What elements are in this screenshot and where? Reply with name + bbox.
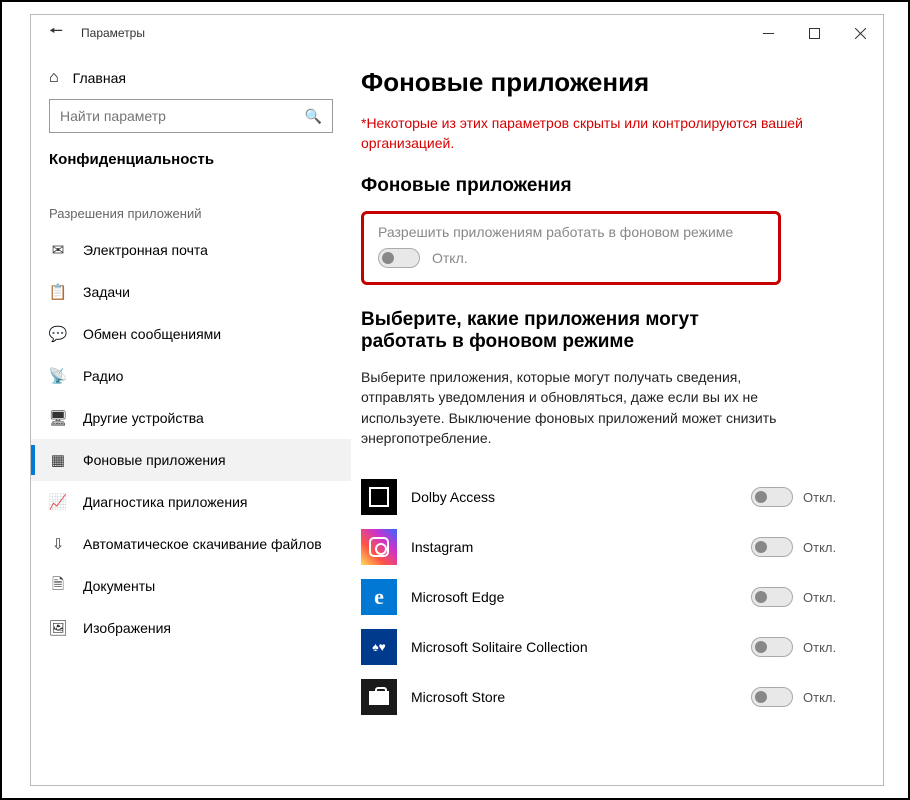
app-row-instagram: Instagram Откл. (361, 522, 853, 572)
app-toggle-store[interactable] (751, 687, 793, 707)
sidebar-item-label: Диагностика приложения (83, 494, 247, 510)
app-state: Откл. (803, 590, 847, 605)
back-button[interactable]: 🠔 (49, 20, 63, 47)
sidebar-item-label: Электронная почта (83, 242, 208, 258)
edge-icon: e (361, 579, 397, 615)
download-icon: ⇩ (49, 535, 67, 553)
sidebar-item-tasks[interactable]: 📋 Задачи (31, 271, 351, 313)
master-toggle-callout: Разрешить приложениям работать в фоновом… (361, 211, 781, 285)
radio-icon: 📡 (49, 367, 67, 385)
content-area: Фоновые приложения *Некоторые из этих па… (351, 51, 883, 785)
search-input[interactable] (60, 108, 305, 124)
section-label: Разрешения приложений (31, 186, 351, 229)
solitaire-icon (361, 629, 397, 665)
search-box[interactable]: 🔍 (49, 99, 333, 133)
sidebar-item-label: Задачи (83, 284, 130, 300)
sidebar-item-documents[interactable]: 🗎 Документы (31, 565, 351, 607)
maximize-button[interactable] (791, 15, 837, 51)
section-heading-background: Фоновые приложения (361, 175, 853, 197)
app-toggle-solitaire[interactable] (751, 637, 793, 657)
policy-warning: *Некоторые из этих параметров скрыты или… (361, 114, 821, 153)
sidebar-item-pictures[interactable]: 🖼 Изображения (31, 607, 351, 649)
sidebar-item-radio[interactable]: 📡 Радио (31, 355, 351, 397)
home-icon: ⌂ (49, 69, 59, 87)
diagnostics-icon: 📈 (49, 493, 67, 511)
sidebar-item-label: Изображения (83, 620, 171, 636)
app-row-store: Microsoft Store Откл. (361, 672, 853, 722)
app-name: Instagram (411, 539, 737, 555)
app-state: Откл. (803, 490, 847, 505)
app-name: Dolby Access (411, 489, 737, 505)
app-name: Microsoft Edge (411, 589, 737, 605)
sidebar-item-label: Другие устройства (83, 410, 204, 426)
category-label: Конфиденциальность (31, 151, 351, 186)
mail-icon: ✉ (49, 241, 67, 259)
sidebar-item-label: Фоновые приложения (83, 452, 226, 468)
sidebar: ⌂ Главная 🔍 Конфиденциальность Разрешени… (31, 51, 351, 785)
store-icon (361, 679, 397, 715)
master-toggle-state: Откл. (432, 250, 468, 266)
sidebar-item-label: Документы (83, 578, 155, 594)
minimize-button[interactable] (745, 15, 791, 51)
close-button[interactable] (837, 15, 883, 51)
picture-icon: 🖼 (49, 619, 67, 637)
background-apps-icon: ▦ (49, 451, 67, 469)
app-row-solitaire: Microsoft Solitaire Collection Откл. (361, 622, 853, 672)
dolby-icon (361, 479, 397, 515)
sidebar-item-label: Автоматическое скачивание файлов (83, 536, 322, 552)
sidebar-item-other-devices[interactable]: 🖥 Другие устройства (31, 397, 351, 439)
app-toggle-instagram[interactable] (751, 537, 793, 557)
search-icon: 🔍 (305, 108, 322, 125)
section-description: Выберите приложения, которые могут получ… (361, 367, 791, 448)
app-row-dolby: Dolby Access Откл. (361, 472, 853, 522)
app-state: Откл. (803, 540, 847, 555)
titlebar: 🠔 Параметры (31, 15, 883, 51)
instagram-icon (361, 529, 397, 565)
app-row-edge: e Microsoft Edge Откл. (361, 572, 853, 622)
app-state: Откл. (803, 690, 847, 705)
app-name: Microsoft Solitaire Collection (411, 639, 737, 655)
master-toggle[interactable] (378, 248, 420, 268)
document-icon: 🗎 (49, 574, 67, 599)
app-toggle-edge[interactable] (751, 587, 793, 607)
app-name: Microsoft Store (411, 689, 737, 705)
master-toggle-label: Разрешить приложениям работать в фоновом… (378, 224, 764, 240)
sidebar-item-app-diagnostics[interactable]: 📈 Диагностика приложения (31, 481, 351, 523)
sidebar-item-label: Радио (83, 368, 123, 384)
page-title: Фоновые приложения (361, 67, 853, 98)
home-nav[interactable]: ⌂ Главная (31, 69, 351, 99)
window-title: Параметры (81, 26, 145, 40)
home-label: Главная (73, 70, 126, 86)
sidebar-item-email[interactable]: ✉ Электронная почта (31, 229, 351, 271)
devices-icon: 🖥 (49, 409, 67, 427)
section-heading-choose-apps: Выберите, какие приложения могут работат… (361, 309, 781, 353)
clipboard-icon: 📋 (49, 283, 67, 301)
sidebar-item-file-downloads[interactable]: ⇩ Автоматическое скачивание файлов (31, 523, 351, 565)
app-toggle-dolby[interactable] (751, 487, 793, 507)
chat-icon: 💬 (49, 325, 67, 343)
app-state: Откл. (803, 640, 847, 655)
sidebar-item-background-apps[interactable]: ▦ Фоновые приложения (31, 439, 351, 481)
sidebar-item-messaging[interactable]: 💬 Обмен сообщениями (31, 313, 351, 355)
settings-window: 🠔 Параметры ⌂ Главная 🔍 Конфи (30, 14, 884, 786)
sidebar-item-label: Обмен сообщениями (83, 326, 221, 342)
